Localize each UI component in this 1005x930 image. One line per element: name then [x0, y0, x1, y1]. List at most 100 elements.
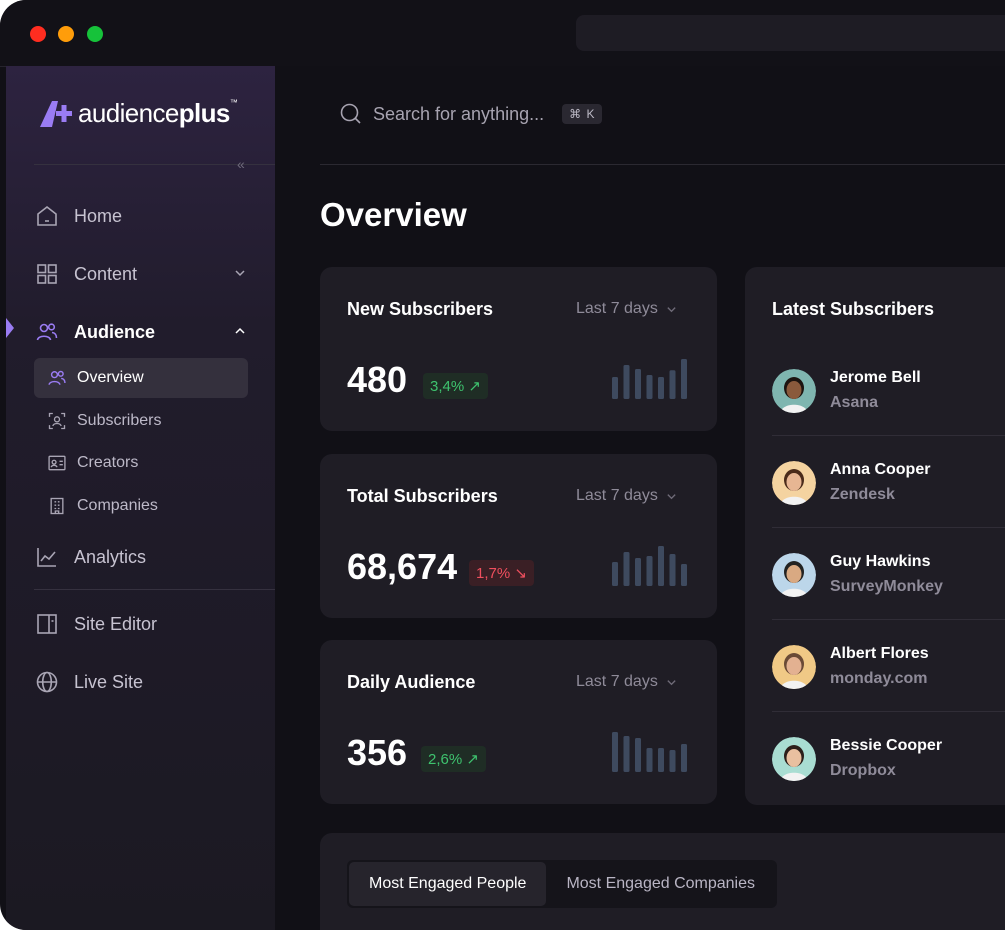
chevron-down-icon [667, 306, 676, 312]
stat-value: 480 [347, 359, 408, 400]
chevron-down-icon [235, 270, 245, 277]
logo-mark-icon [40, 100, 72, 127]
list-item[interactable]: Guy Hawkins SurveyMonkey [772, 543, 1005, 635]
period-dropdown[interactable]: Last 7 days [576, 673, 677, 691]
users-icon [46, 367, 68, 389]
spark-bar [681, 744, 687, 772]
sparkline-chart [612, 546, 687, 586]
sidebar-item-analytics[interactable]: Analytics [34, 544, 146, 570]
latest-subscribers-card: Latest Subscribers Jerome Bell Asana Anna … [745, 267, 1005, 805]
id-card-icon [46, 452, 68, 474]
active-section-marker [6, 318, 14, 338]
list-item[interactable]: Anna Cooper Zendesk [772, 451, 1005, 543]
chevron-down-icon [667, 679, 676, 685]
collapse-sidebar-icon[interactable]: « [237, 156, 245, 172]
avatar [772, 553, 816, 597]
sidebar-divider [34, 589, 276, 590]
subscriber-name: Anna Cooper [830, 461, 931, 478]
stat-card-new-subscribers: New Subscribers Last 7 days 480 3,4% ↗ [320, 267, 717, 431]
spark-bar [635, 558, 641, 586]
chevron-up-icon [235, 327, 245, 334]
stat-value: 356 [347, 732, 408, 773]
sidebar-subitem-creators[interactable]: Creators [34, 443, 248, 483]
sidebar-item-content[interactable]: Content [34, 261, 245, 287]
sidebar-subitem-subscribers[interactable]: Subscribers [34, 401, 248, 441]
change-badge: 3,4% ↗ [423, 373, 488, 399]
home-icon [34, 203, 60, 229]
stat-card-daily-audience: Daily Audience Last 7 days 356 2,6% ↗ [320, 640, 717, 804]
spark-bar [612, 732, 618, 772]
spark-bar [646, 375, 653, 399]
stat-value: 68,674 [347, 546, 458, 587]
search-input[interactable]: Search for anything... [373, 104, 544, 125]
stat-title: Daily Audience [347, 672, 476, 692]
period-dropdown[interactable]: Last 7 days [576, 487, 677, 505]
spark-bar [669, 370, 676, 399]
line-chart-icon [34, 544, 60, 570]
grid-icon [34, 261, 60, 287]
sidebar-subitem-companies[interactable]: Companies [34, 486, 248, 526]
sidebar-item-home[interactable]: Home [34, 203, 122, 229]
subscriber-company: Asana [830, 394, 879, 411]
sparkline-chart [612, 359, 687, 399]
subscriber-company: monday.com [830, 670, 928, 687]
search-bar[interactable]: Search for anything... ⌘ K [339, 102, 603, 126]
maximize-window-button[interactable] [87, 26, 103, 42]
change-badge: 1,7% ↘ [469, 560, 534, 586]
spark-bar [623, 736, 630, 772]
chevron-down-icon [667, 493, 676, 499]
users-icon [34, 319, 60, 345]
title-bar [0, 0, 1005, 67]
spark-bar [669, 750, 676, 772]
period-dropdown[interactable]: Last 7 days [576, 300, 677, 318]
engagement-tabs: Most Engaged People Most Engaged Compani… [347, 860, 778, 908]
stat-title: Total Subscribers [347, 486, 498, 506]
minimize-window-button[interactable] [58, 26, 74, 42]
avatar [772, 645, 816, 689]
avatar [772, 737, 816, 781]
spark-bar [681, 359, 687, 399]
subscriber-company: Zendesk [830, 486, 895, 503]
subscriber-name: Albert Flores [830, 645, 929, 662]
arrow-down-right-icon: ↘ [514, 565, 527, 582]
layout-icon [34, 611, 60, 637]
spark-bar [681, 564, 687, 586]
spark-bar [623, 552, 630, 586]
app-window: audienceplus™ « Home Content Audience Ov… [0, 0, 1005, 930]
search-shortcut-badge: ⌘ K [562, 104, 603, 124]
spark-bar [658, 748, 664, 772]
list-item[interactable]: Albert Flores monday.com [772, 635, 1005, 727]
arrow-up-right-icon: ↗ [468, 378, 481, 395]
stat-card-total-subscribers: Total Subscribers Last 7 days 68,674 1,7… [320, 454, 717, 618]
engagement-card: Most Engaged People Most Engaged Compani… [320, 833, 1005, 930]
list-item[interactable]: Bessie Cooper Dropbox [772, 727, 1005, 819]
spark-bar [635, 738, 641, 772]
row-divider [772, 435, 1005, 436]
building-icon [46, 495, 68, 517]
tab-most-engaged-companies[interactable]: Most Engaged Companies [546, 862, 775, 906]
subscriber-name: Jerome Bell [830, 369, 921, 386]
tab-most-engaged-people[interactable]: Most Engaged People [349, 862, 547, 906]
spark-bar [612, 377, 618, 399]
address-bar[interactable] [576, 15, 1005, 51]
sidebar-item-audience[interactable]: Audience [34, 319, 245, 345]
spark-bar [623, 365, 630, 399]
user-frame-icon [46, 410, 68, 432]
spark-bar [646, 748, 653, 772]
change-badge: 2,6% ↗ [421, 746, 486, 772]
list-item[interactable]: Jerome Bell Asana [772, 359, 1005, 451]
main-content: Search for anything... ⌘ K Overview New … [275, 66, 1005, 930]
brand-logo[interactable]: audienceplus™ [38, 98, 238, 129]
sidebar-item-live-site[interactable]: Live Site [34, 669, 143, 695]
sidebar-item-site-editor[interactable]: Site Editor [34, 611, 157, 637]
arrow-up-right-icon: ↗ [466, 751, 479, 768]
spark-bar [669, 554, 676, 586]
subscriber-company: Dropbox [830, 762, 896, 779]
subscriber-name: Bessie Cooper [830, 737, 943, 754]
subscriber-name: Guy Hawkins [830, 553, 931, 570]
header-divider [320, 164, 1005, 165]
avatar [772, 461, 816, 505]
sidebar-subitem-overview[interactable]: Overview [34, 358, 248, 398]
close-window-button[interactable] [30, 26, 46, 42]
search-icon [340, 103, 361, 124]
